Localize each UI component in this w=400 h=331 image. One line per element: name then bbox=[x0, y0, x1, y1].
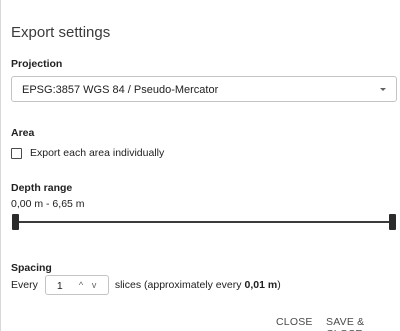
save-close-button[interactable]: SAVE & CLOSE bbox=[326, 316, 400, 331]
depth-range-track[interactable] bbox=[15, 221, 393, 223]
slices-value: 1 bbox=[56, 280, 63, 292]
chevron-up-icon[interactable]: ^ bbox=[79, 280, 83, 290]
spacing-close-paren: ) bbox=[277, 279, 281, 291]
spacing-label: Spacing bbox=[11, 262, 52, 274]
projection-value: EPSG:3857 WGS 84 / Pseudo-Mercator bbox=[22, 84, 219, 96]
depth-range-text: 0,00 m - 6,65 m bbox=[11, 198, 85, 210]
slices-stepper[interactable]: 1 ^ v bbox=[44, 275, 109, 295]
depth-range-max-handle[interactable] bbox=[389, 214, 396, 230]
projection-label: Projection bbox=[11, 58, 63, 70]
spacing-prefix: Every bbox=[11, 279, 38, 291]
projection-select[interactable]: EPSG:3857 WGS 84 / Pseudo-Mercator bbox=[11, 76, 397, 102]
export-settings-dialog: Export settings Projection EPSG:3857 WGS… bbox=[0, 0, 400, 331]
chevron-down-icon[interactable]: v bbox=[92, 280, 97, 290]
export-individually-checkbox[interactable] bbox=[11, 147, 22, 159]
spacing-step-value: 0,01 m bbox=[244, 279, 278, 291]
depth-range-label: Depth range bbox=[11, 182, 73, 194]
spacing-row: Every 1 ^ v slices (approximately every … bbox=[11, 275, 281, 295]
export-individually-option[interactable]: Export each area individually bbox=[11, 146, 164, 160]
dialog-title: Export settings bbox=[11, 24, 111, 41]
export-individually-label: Export each area individually bbox=[30, 147, 165, 159]
chevron-down-icon bbox=[380, 88, 386, 91]
spacing-suffix: slices (approximately every bbox=[114, 279, 242, 291]
depth-range-min-handle[interactable] bbox=[12, 214, 19, 230]
area-label: Area bbox=[11, 127, 35, 139]
close-button[interactable]: CLOSE bbox=[276, 316, 313, 328]
